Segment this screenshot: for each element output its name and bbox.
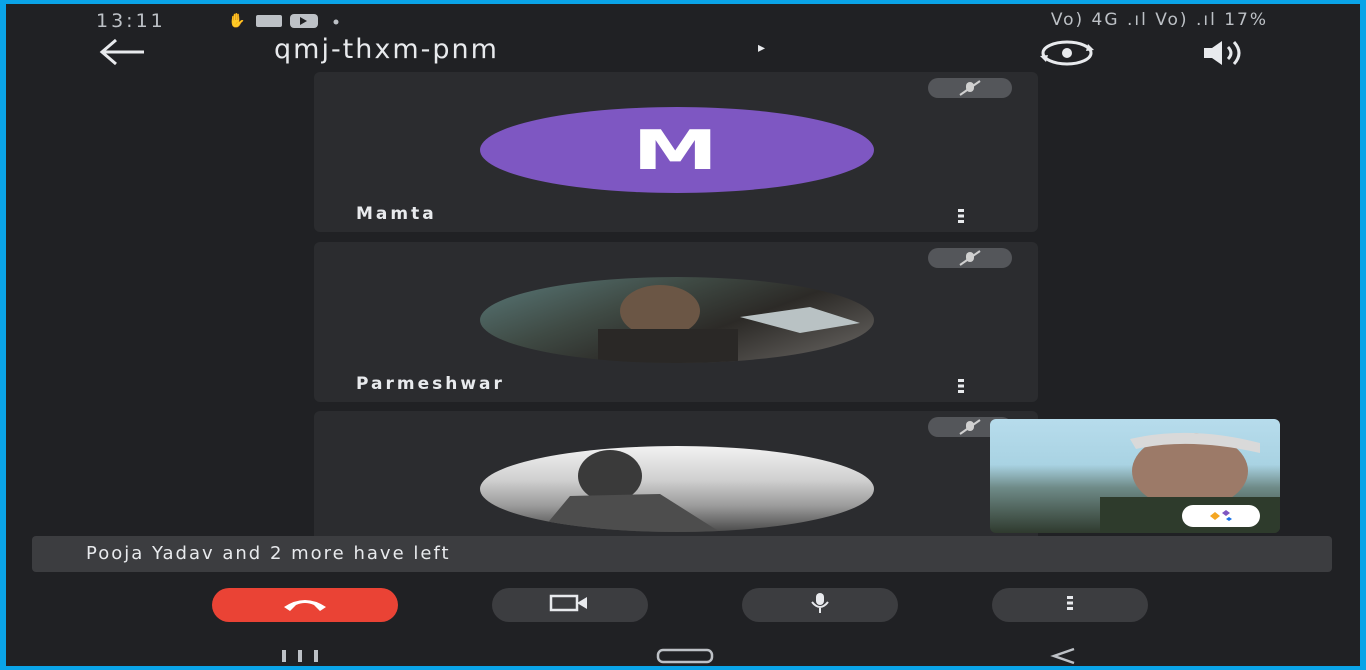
- microphone-toggle-button[interactable]: [742, 588, 898, 622]
- microphone-icon: [808, 592, 832, 618]
- avatar-photo: [480, 277, 874, 363]
- toast-text: Pooja Yadav and 2 more have left: [86, 543, 451, 564]
- notification-toast: Pooja Yadav and 2 more have left: [32, 536, 1332, 572]
- recent-apps-icon[interactable]: [280, 648, 336, 664]
- participant-tile[interactable]: Parmeshwar: [314, 242, 1038, 402]
- status-bar: 13:11 ✋ Vo) 4G .ıl Vo) .ıl 17%: [6, 4, 1360, 38]
- switch-camera-icon[interactable]: [1036, 38, 1098, 68]
- speaker-icon[interactable]: [1194, 38, 1256, 68]
- notification-icons: ✋: [228, 11, 378, 33]
- camera-toggle-button[interactable]: [492, 588, 648, 622]
- home-icon[interactable]: [656, 648, 714, 664]
- self-view-video[interactable]: [990, 419, 1280, 533]
- status-right-indicators: Vo) 4G .ıl Vo) .ıl 17%: [1050, 10, 1268, 30]
- more-options-button[interactable]: [992, 588, 1148, 622]
- participant-tile[interactable]: [314, 411, 1038, 551]
- muted-mic-icon: [928, 78, 1012, 98]
- phone-hangup-icon: [280, 593, 330, 617]
- arrow-left-icon[interactable]: [98, 34, 148, 77]
- effects-button[interactable]: [1182, 505, 1260, 527]
- status-time: 13:11: [96, 10, 166, 32]
- more-vert-icon: [1065, 595, 1075, 615]
- end-call-button[interactable]: [212, 588, 398, 622]
- muted-mic-icon: [928, 248, 1012, 268]
- participant-name: Mamta: [356, 204, 437, 224]
- more-vert-icon[interactable]: [956, 378, 966, 394]
- caret-right-icon[interactable]: ▸: [758, 40, 765, 56]
- meet-call-screen: 13:11 ✋ Vo) 4G .ıl Vo) .ıl 17% qmj-thxm-…: [6, 4, 1360, 666]
- top-app-bar: qmj-thxm-pnm ▸: [6, 34, 1360, 74]
- avatar-photo: [480, 446, 874, 532]
- more-vert-icon[interactable]: [956, 208, 966, 224]
- avatar-letter: M: [632, 118, 722, 182]
- video-camera-icon: [549, 593, 591, 617]
- nav-back-icon[interactable]: [1048, 646, 1078, 666]
- svg-text:✋: ✋: [228, 12, 250, 29]
- avatar: M: [480, 107, 874, 193]
- meeting-code[interactable]: qmj-thxm-pnm: [274, 34, 499, 65]
- system-nav-bar: [6, 644, 1360, 666]
- participant-name: Parmeshwar: [356, 374, 505, 394]
- participant-tile[interactable]: M Mamta: [314, 72, 1038, 232]
